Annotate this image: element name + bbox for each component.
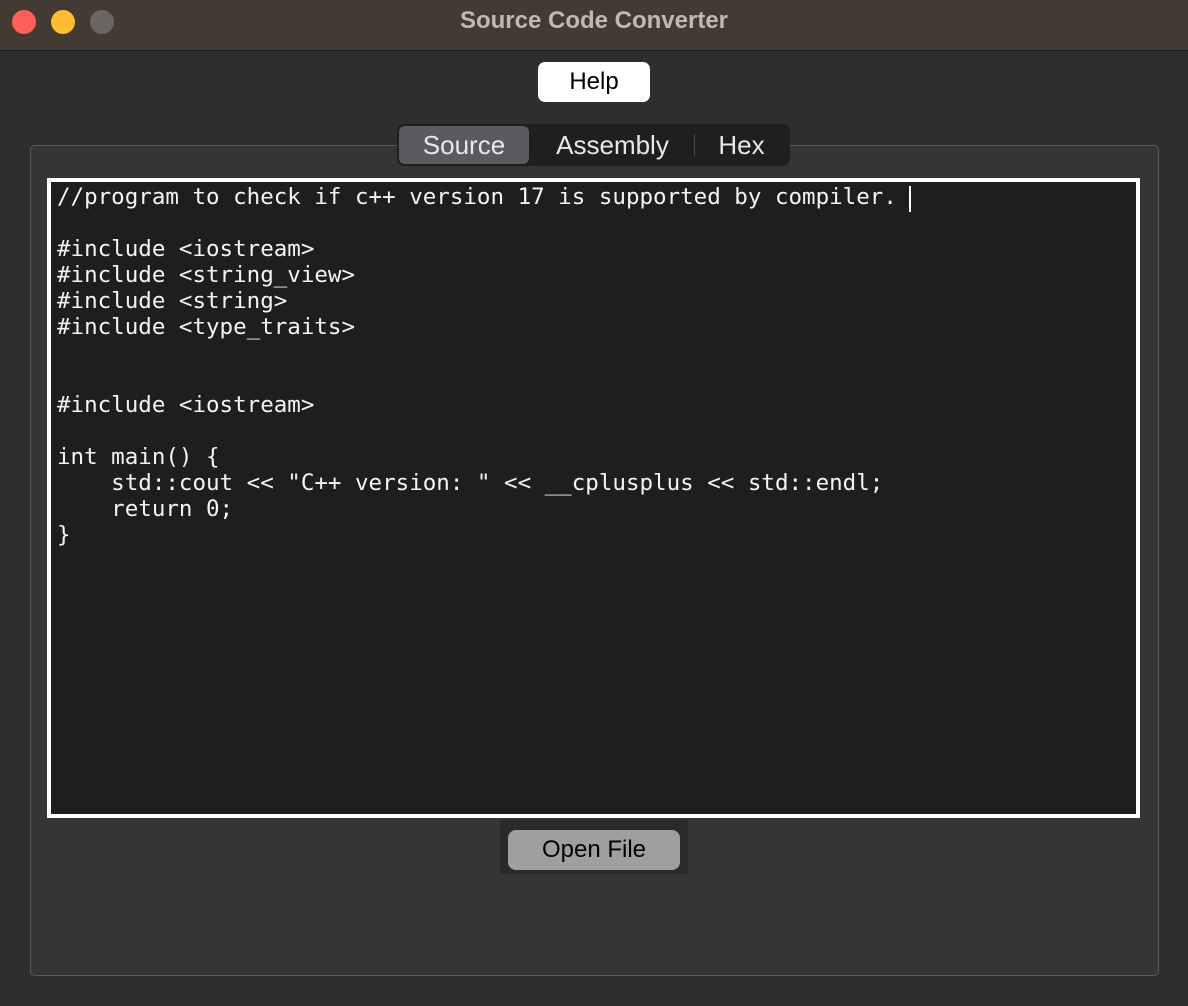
title-bar[interactable]: Source Code Converter [0, 0, 1188, 51]
tab-assembly[interactable]: Assembly [531, 124, 694, 166]
window-title: Source Code Converter [459, 7, 729, 34]
view-tab-bar: Source Assembly Hex [397, 124, 790, 166]
tab-hex[interactable]: Hex [695, 124, 788, 166]
source-code-editor[interactable]: //program to check if c++ version 17 is … [51, 182, 1136, 814]
text-cursor [909, 186, 911, 212]
source-code-text[interactable]: //program to check if c++ version 17 is … [57, 184, 897, 548]
tab-source[interactable]: Source [399, 126, 529, 164]
help-button[interactable]: Help [538, 62, 650, 102]
open-file-button[interactable]: Open File [508, 830, 680, 870]
app-window: Source Code Converter Help Source Assemb… [0, 0, 1188, 1006]
